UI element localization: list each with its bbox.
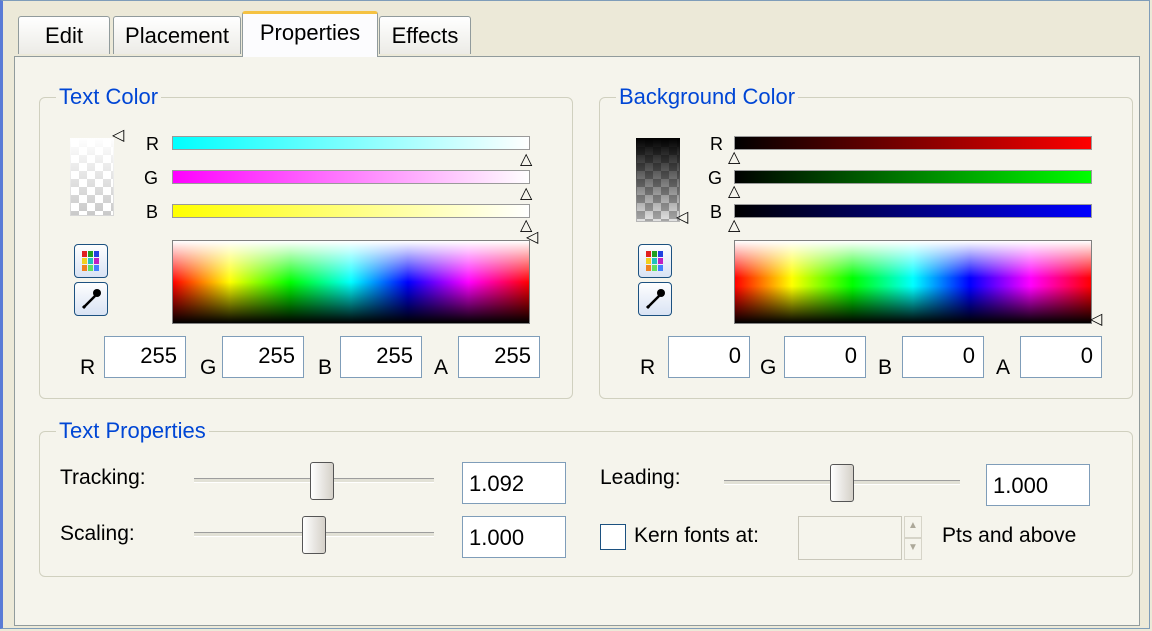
- text-r-thumb[interactable]: △: [520, 152, 532, 168]
- properties-panel: Text Color ◁ R △ G △ B △ ◁ R 255 G 255 B…: [14, 56, 1140, 626]
- eyedropper-icon: [81, 289, 101, 310]
- leading-slider-thumb[interactable]: [830, 464, 854, 502]
- text-g-field[interactable]: 255: [222, 336, 304, 378]
- bg-g-thumb[interactable]: △: [728, 184, 740, 200]
- bg-alpha-gradient: [636, 138, 680, 222]
- palette-icon: [646, 251, 663, 271]
- bg-r-thumb[interactable]: △: [728, 150, 740, 166]
- bg-spectrum-pointer[interactable]: ◁: [1090, 312, 1102, 328]
- bg-b-field[interactable]: 0: [902, 336, 984, 378]
- kern-fonts-checkbox[interactable]: [600, 524, 626, 550]
- tab-edit[interactable]: Edit: [18, 16, 110, 54]
- text-b-label: B: [146, 202, 159, 222]
- bg-r-field-label: R: [640, 356, 656, 379]
- tab-effects[interactable]: Effects: [379, 16, 471, 54]
- palette-icon: [82, 251, 99, 271]
- text-color-group: Text Color ◁ R △ G △ B △ ◁ R 255 G 255 B…: [39, 84, 573, 399]
- text-eyedropper-button[interactable]: [74, 282, 108, 316]
- text-a-field[interactable]: 255: [458, 336, 540, 378]
- bg-palette-button[interactable]: [638, 244, 672, 278]
- tracking-label: Tracking:: [60, 466, 146, 489]
- leading-field[interactable]: 1.000: [986, 464, 1090, 506]
- kern-pts-field[interactable]: [798, 516, 902, 560]
- bg-r-field[interactable]: 0: [668, 336, 750, 378]
- bg-b-slider[interactable]: [734, 204, 1092, 218]
- text-alpha-gradient: [70, 138, 114, 216]
- bg-b-field-label: B: [878, 356, 893, 379]
- eyedropper-icon: [645, 289, 665, 310]
- text-b-field-label: B: [318, 356, 333, 379]
- kern-fonts-label[interactable]: Kern fonts at:: [634, 524, 759, 548]
- text-color-title: Text Color: [56, 84, 162, 110]
- tab-properties[interactable]: Properties: [242, 11, 378, 57]
- bg-g-field[interactable]: 0: [784, 336, 866, 378]
- text-a-field-label: A: [434, 356, 449, 379]
- text-r-field[interactable]: 255: [104, 336, 186, 378]
- text-alpha-pointer[interactable]: ◁: [112, 128, 124, 144]
- text-r-slider[interactable]: [172, 136, 530, 150]
- bg-r-label: R: [710, 134, 723, 154]
- text-g-slider[interactable]: [172, 170, 530, 184]
- bg-g-field-label: G: [760, 356, 777, 379]
- bg-b-thumb[interactable]: △: [728, 218, 740, 234]
- bg-a-field[interactable]: 0: [1020, 336, 1102, 378]
- text-spectrum-pointer[interactable]: ◁: [526, 230, 538, 246]
- text-properties-group: Text Properties Tracking: 1.092 Scaling:…: [39, 418, 1133, 577]
- text-r-label: R: [146, 134, 159, 154]
- bg-color-spectrum[interactable]: [734, 240, 1092, 324]
- kern-spin-up[interactable]: ▲: [904, 516, 922, 538]
- scaling-slider-thumb[interactable]: [302, 516, 326, 554]
- bg-g-slider[interactable]: [734, 170, 1092, 184]
- tab-placement[interactable]: Placement: [113, 16, 241, 54]
- text-color-spectrum[interactable]: [172, 240, 530, 324]
- text-palette-button[interactable]: [74, 244, 108, 278]
- bg-r-slider[interactable]: [734, 136, 1092, 150]
- text-b-field[interactable]: 255: [340, 336, 422, 378]
- kern-suffix-label: Pts and above: [942, 524, 1077, 547]
- text-g-field-label: G: [200, 356, 217, 379]
- kern-spin-down[interactable]: ▼: [904, 538, 922, 560]
- bg-g-label: G: [708, 168, 723, 188]
- bg-eyedropper-button[interactable]: [638, 282, 672, 316]
- text-b-slider[interactable]: [172, 204, 530, 218]
- leading-label: Leading:: [600, 466, 681, 489]
- text-r-field-label: R: [80, 356, 96, 379]
- text-g-label: G: [144, 168, 159, 188]
- background-color-group: Background Color ◁ R △ G △ B △ ◁ R 0 G 0…: [599, 84, 1133, 399]
- scaling-field[interactable]: 1.000: [462, 516, 566, 558]
- bg-a-field-label: A: [996, 356, 1011, 379]
- tracking-field[interactable]: 1.092: [462, 462, 566, 504]
- text-g-thumb[interactable]: △: [520, 186, 532, 202]
- text-properties-title: Text Properties: [56, 418, 209, 444]
- scaling-label: Scaling:: [60, 522, 135, 545]
- background-color-title: Background Color: [616, 84, 799, 110]
- bg-b-label: B: [710, 202, 723, 222]
- bg-alpha-pointer[interactable]: ◁: [676, 210, 688, 226]
- tracking-slider-thumb[interactable]: [310, 462, 334, 500]
